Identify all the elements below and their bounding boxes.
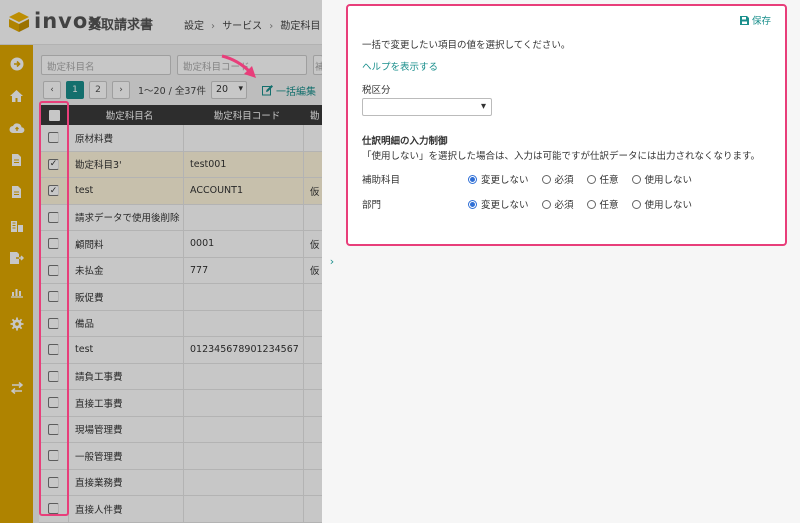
radio-button[interactable] [541,174,551,184]
radio-button[interactable] [631,199,641,209]
radio-option[interactable]: 変更しない [468,197,529,211]
radio-option[interactable]: 任意 [586,197,619,211]
radio-group-row: 補助科目 変更しない 必須 任意 使用しない [362,172,705,186]
radio-group-label: 補助科目 [362,175,401,186]
section-title: 仕訳明細の入力制御 [362,136,448,147]
radio-button[interactable] [586,174,596,184]
annotation-arrow-icon [221,54,256,78]
radio-option[interactable]: 変更しない [468,172,529,186]
radio-option-label: 変更しない [481,175,529,186]
radio-button[interactable] [468,174,477,184]
radio-option-label: 必須 [554,175,574,186]
radio-group-row: 部門 変更しない 必須 任意 使用しない [362,197,705,211]
radio-button[interactable] [468,199,477,209]
tax-label: 税区分 [362,85,391,96]
radio-option[interactable]: 必須 [541,172,574,186]
save-icon [739,15,749,25]
radio-option[interactable]: 必須 [541,197,574,211]
radio-button[interactable] [586,199,596,209]
radio-option[interactable]: 使用しない [631,172,693,186]
checkbox-column-highlight [39,101,69,516]
panel-collapse-chevron-icon[interactable]: › [322,0,342,523]
save-button[interactable]: 保存 [739,13,771,27]
radio-group-label: 部門 [362,200,382,211]
radio-option-label: 任意 [599,200,619,211]
section-note: 「使用しない」を選択した場合は、入力は可能ですが仕訳データには出力されなくなりま… [362,151,761,162]
tax-select[interactable] [362,98,492,116]
radio-button[interactable] [631,174,641,184]
radio-option-label: 必須 [554,200,574,211]
radio-button[interactable] [541,199,551,209]
radio-option[interactable]: 使用しない [631,197,693,211]
radio-option-label: 使用しない [644,200,693,211]
instruction-text: 一括で変更したい項目の値を選択してください。 [362,40,571,51]
radio-option-label: 使用しない [644,175,693,186]
bulk-edit-form: 保存 一括で変更したい項目の値を選択してください。 ヘルプを表示する 税区分 仕… [346,4,787,246]
radio-option[interactable]: 任意 [586,172,619,186]
save-label: 保存 [751,16,771,27]
help-link[interactable]: ヘルプを表示する [362,59,438,73]
radio-option-label: 任意 [599,175,619,186]
radio-option-label: 変更しない [481,200,529,211]
